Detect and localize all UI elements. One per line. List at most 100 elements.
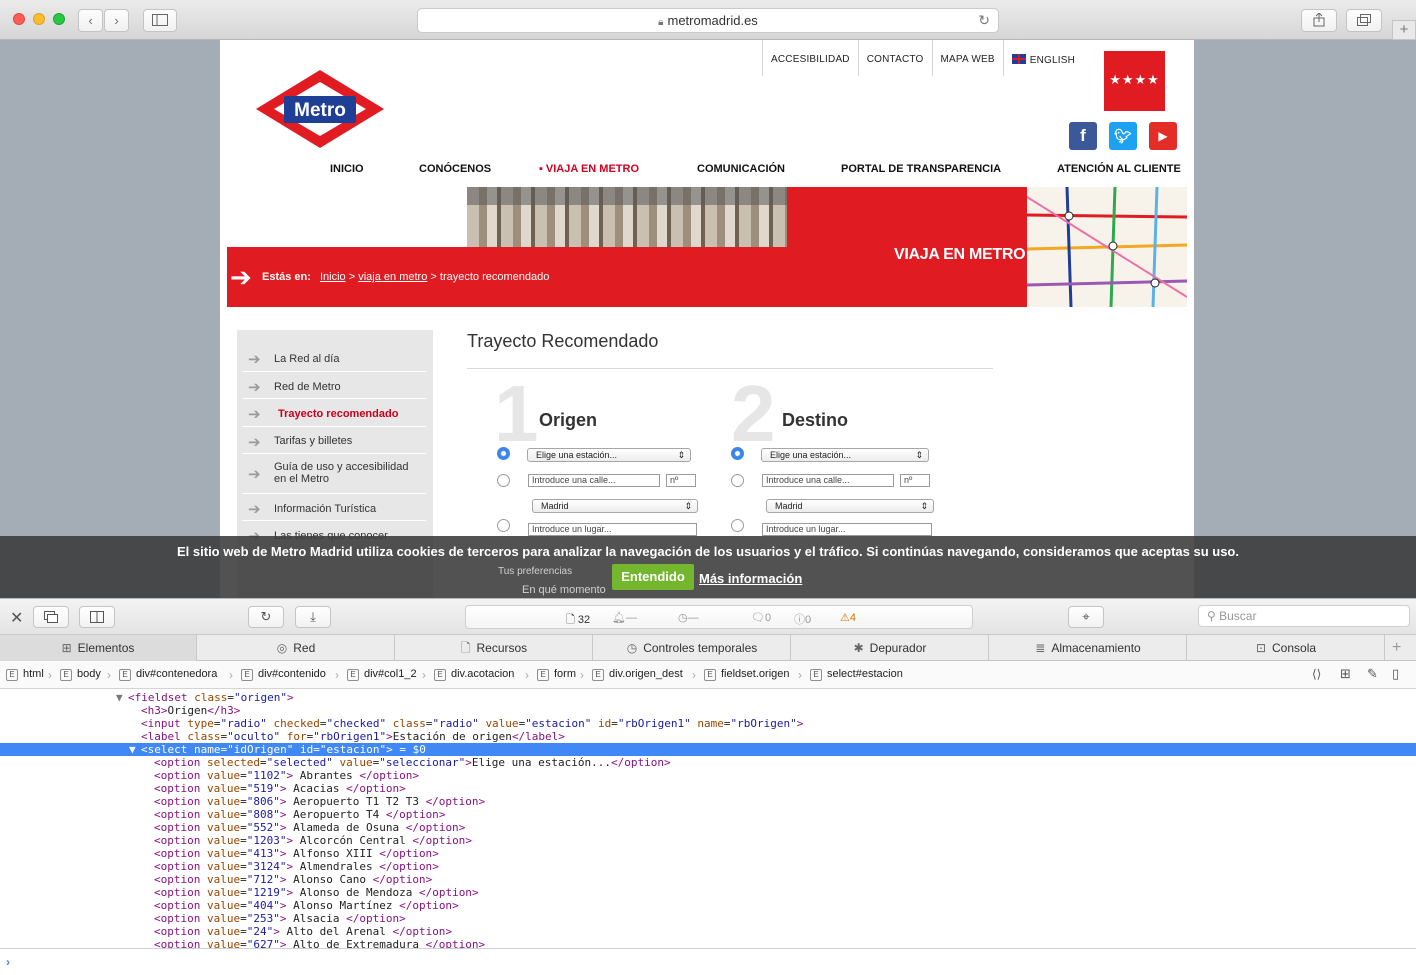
destino-street-input[interactable]: Introduce una calle...	[762, 474, 894, 487]
crumb-fieldset[interactable]: Efieldset.origen	[704, 668, 790, 681]
dock-side-button[interactable]	[79, 606, 115, 628]
crumb-contenedora[interactable]: Ediv#contenedora	[119, 668, 217, 681]
tab-recursos[interactable]: 🗋︎ Recursos	[396, 635, 593, 661]
destino-street-radio[interactable]	[731, 474, 744, 487]
destino-place-input[interactable]: Introduce un lugar...	[762, 523, 932, 536]
origen-place-radio[interactable]	[497, 519, 510, 532]
inspector-search-input[interactable]: ⚲ Buscar	[1198, 605, 1410, 627]
destino-place-radio[interactable]	[731, 519, 744, 532]
crumb-body[interactable]: Ebody	[60, 668, 101, 681]
back-button[interactable]: ‹	[78, 9, 103, 32]
sidebar-item-guia[interactable]: ➔ Guía de uso y accesibilidad en el Metro	[242, 454, 426, 494]
origen-number-input[interactable]: nº	[666, 474, 696, 487]
link-contacto[interactable]: CONTACTO	[857, 40, 932, 76]
dom-node[interactable]: <h3>Origen</h3>	[0, 704, 1416, 717]
zoom-window-button[interactable]	[53, 13, 65, 25]
destino-station-radio[interactable]	[731, 447, 744, 460]
grid-icon[interactable]: ⊞	[1340, 666, 1351, 682]
inspect-element-button[interactable]: ⌖	[1068, 606, 1104, 628]
console-input[interactable]: ›	[0, 948, 1416, 975]
nav-conocenos[interactable]: CONÓCENOS	[419, 163, 491, 175]
youtube-icon[interactable]: ▶	[1149, 122, 1177, 150]
nav-comunicacion[interactable]: COMUNICACIÓN	[697, 163, 785, 175]
cookie-accept-button[interactable]: Entendido	[612, 564, 694, 590]
destino-station-select[interactable]: Elige una estación...	[761, 448, 929, 462]
reload-icon[interactable]: ↻	[978, 9, 990, 32]
tab-controles-temporales[interactable]: ◷ Controles temporales	[594, 635, 791, 661]
nav-inicio[interactable]: INICIO	[330, 163, 364, 175]
link-english[interactable]: ENGLISH	[1002, 40, 1083, 76]
code-icon[interactable]: ⟨⟩	[1312, 667, 1321, 681]
dom-node[interactable]: <option selected="selected" value="selec…	[0, 756, 1416, 769]
nav-viaja-en-metro[interactable]: VIAJA EN METRO	[539, 163, 639, 175]
dom-node[interactable]: <option value="712"> Alonso Cano </optio…	[0, 873, 1416, 886]
origen-street-radio[interactable]	[497, 474, 510, 487]
undock-button[interactable]	[33, 606, 69, 628]
tab-consola[interactable]: ⊡ Consola	[1188, 635, 1385, 661]
dom-node[interactable]: <option value="1203"> Alcorcón Central <…	[0, 834, 1416, 847]
origen-place-input[interactable]: Introduce un lugar...	[528, 523, 697, 536]
disclosure-triangle-icon[interactable]: ▼	[129, 743, 136, 756]
origen-station-select[interactable]: Elige una estación...	[527, 448, 691, 462]
dom-node[interactable]: <input type="radio" checked="checked" cl…	[0, 717, 1416, 730]
comunidad-madrid-logo[interactable]: ★★★★	[1104, 51, 1165, 111]
tab-elementos[interactable]: ⊞ Elementos	[0, 635, 197, 661]
dom-node[interactable]: <label class="oculto" for="rbOrigen1">Es…	[0, 730, 1416, 743]
crumb-acotacion[interactable]: Ediv.acotacion	[434, 668, 514, 681]
dom-node[interactable]: <option value="806"> Aeropuerto T1 T2 T3…	[0, 795, 1416, 808]
origen-city-select[interactable]: Madrid	[532, 499, 698, 513]
dom-node[interactable]: <option value="3124"> Almendrales </opti…	[0, 860, 1416, 873]
forward-button[interactable]: ›	[104, 9, 129, 32]
share-button[interactable]	[1301, 9, 1337, 32]
dom-node[interactable]: <option value="413"> Alfonso XIII </opti…	[0, 847, 1416, 860]
sidebar-panel-icon[interactable]: ▯	[1392, 666, 1399, 682]
new-tab-button[interactable]: +	[1392, 20, 1416, 40]
metro-logo[interactable]: Metro	[254, 68, 386, 150]
crumb-contenido[interactable]: Ediv#contenido	[241, 668, 326, 681]
download-archive-button[interactable]: ⤓	[295, 606, 331, 628]
metro-map-thumbnail[interactable]	[1027, 187, 1187, 307]
dom-node[interactable]: <option value="404"> Alonso Martínez </o…	[0, 899, 1416, 912]
sidebar-item-turistica[interactable]: ➔ Información Turística	[242, 494, 426, 521]
dom-node[interactable]: <option value="519"> Acacias </option>	[0, 782, 1416, 795]
link-mapa-web[interactable]: MAPA WEB	[931, 40, 1003, 76]
facebook-icon[interactable]: f	[1069, 122, 1097, 150]
twitter-icon[interactable]: 🐦︎	[1109, 122, 1137, 150]
pencil-icon[interactable]: ✎	[1367, 666, 1378, 682]
crumb-origen-dest[interactable]: Ediv.origen_dest	[592, 668, 683, 681]
destino-number-input[interactable]: nº	[900, 474, 930, 487]
breadcrumb-viaja[interactable]: viaja en metro	[358, 271, 427, 283]
dom-node[interactable]: <option value="253"> Alsacia </option>	[0, 912, 1416, 925]
disclosure-triangle-icon[interactable]: ▼	[116, 691, 123, 704]
nav-atencion-cliente[interactable]: ATENCIÓN AL CLIENTE	[1057, 163, 1181, 175]
sidebar-item-tarifas[interactable]: ➔ Tarifas y billetes	[242, 427, 426, 454]
dom-node[interactable]: <option value="808"> Aeropuerto T4 </opt…	[0, 808, 1416, 821]
dom-node[interactable]: <option value="1102"> Abrantes </option>	[0, 769, 1416, 782]
crumb-col1-2[interactable]: Ediv#col1_2	[347, 668, 417, 681]
dom-node[interactable]: <option value="627"> Alto de Extremadura…	[0, 938, 1416, 948]
dom-node[interactable]: ▼ <fieldset class="origen">	[0, 691, 1416, 704]
sidebar-toggle-button[interactable]	[143, 9, 177, 32]
dom-node-selected[interactable]: ▼ <select name="idOrigen" id="estacion"> …	[0, 743, 1416, 756]
minimize-window-button[interactable]	[33, 13, 45, 25]
sidebar-item-red-de-metro[interactable]: ➔ Red de Metro	[242, 372, 426, 399]
link-accesibilidad[interactable]: ACCESIBILIDAD	[762, 40, 858, 76]
crumb-select[interactable]: Eselect#estacion	[810, 668, 903, 681]
dom-node[interactable]: <option value="552"> Alameda de Osuna </…	[0, 821, 1416, 834]
breadcrumb-inicio[interactable]: Inicio	[320, 271, 346, 283]
tab-almacenamiento[interactable]: ≣ Almacenamiento	[990, 635, 1187, 661]
origen-station-radio[interactable]	[497, 447, 510, 460]
crumb-html[interactable]: Ehtml	[6, 668, 44, 681]
sidebar-item-trayecto[interactable]: ➔ Trayecto recomendado	[242, 399, 426, 427]
sidebar-item-red-al-dia[interactable]: ➔ La Red al día	[242, 344, 426, 372]
origen-street-input[interactable]: Introduce una calle...	[528, 474, 660, 487]
reload-page-button[interactable]: ↻	[248, 606, 284, 628]
nav-portal-transparencia[interactable]: PORTAL DE TRANSPARENCIA	[841, 163, 1001, 175]
close-icon[interactable]: ✕	[10, 608, 23, 628]
close-window-button[interactable]	[13, 13, 25, 25]
dom-node[interactable]: <option value="1219"> Alonso de Mendoza …	[0, 886, 1416, 899]
tab-red[interactable]: ◎ Red	[198, 635, 395, 661]
destino-city-select[interactable]: Madrid	[766, 499, 934, 513]
crumb-form[interactable]: Eform	[537, 668, 576, 681]
tab-depurador[interactable]: ✱ Depurador	[792, 635, 989, 661]
